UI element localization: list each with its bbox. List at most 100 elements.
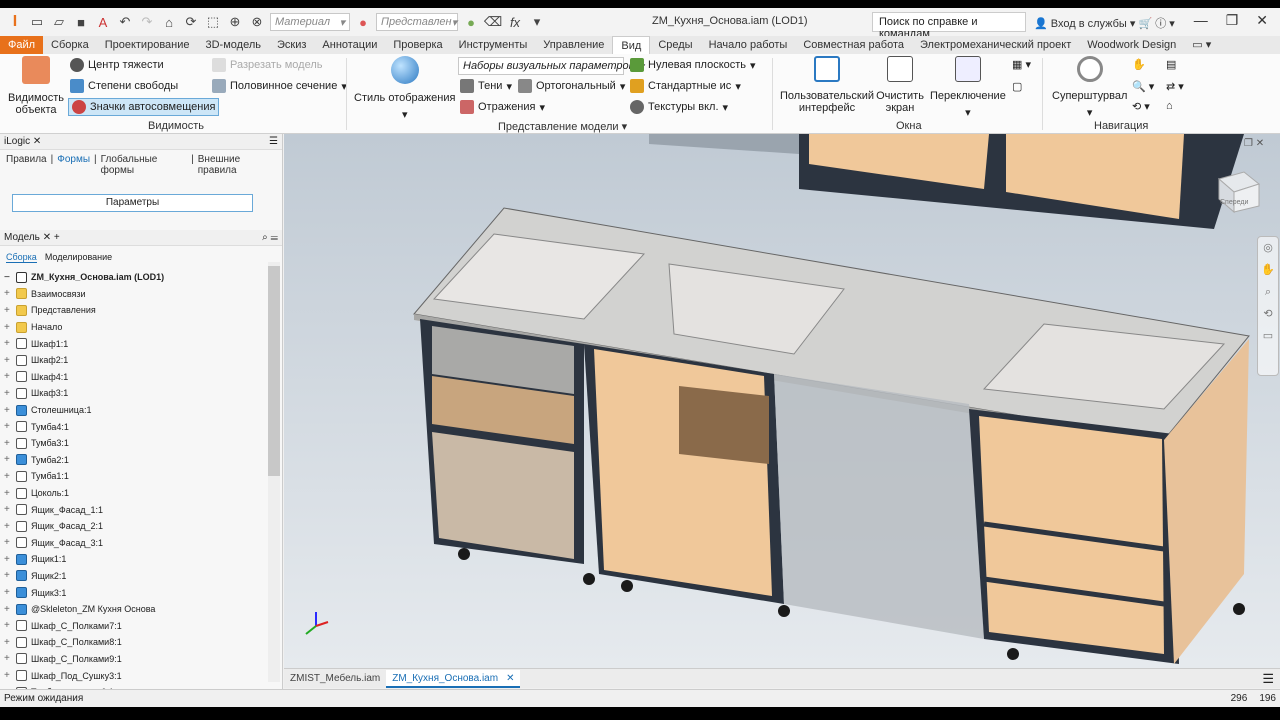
user-interface-button[interactable]: Пользовательский интерфейс xyxy=(780,56,874,114)
object-visibility-button[interactable]: Видимость объекта xyxy=(8,56,64,116)
navigation-bar[interactable]: ◎ ✋ ⌕ ⟲ ▭ xyxy=(1257,236,1279,376)
close-icon[interactable]: ✕ xyxy=(1256,138,1264,149)
tab-1[interactable]: Сборка xyxy=(43,36,97,54)
tree-item[interactable]: + Шкаф3:1 xyxy=(4,385,282,402)
center-of-gravity-button[interactable]: Центр тяжести xyxy=(70,58,164,72)
look-at-icon[interactable]: ▤ xyxy=(1166,58,1176,71)
expand-icon[interactable]: + xyxy=(4,587,12,598)
parameters-button[interactable]: Параметры xyxy=(12,194,253,212)
tree-item[interactable]: + Шкаф1:1 xyxy=(4,335,282,352)
ilogic-tab-2[interactable]: Глобальные формы xyxy=(101,154,188,176)
tab-5[interactable]: Аннотации xyxy=(314,36,385,54)
tree-item[interactable]: + Шкаф_Под_Сушку3:1 xyxy=(4,667,282,684)
tree-item[interactable]: + Шкаф2:1 xyxy=(4,352,282,369)
tree-item[interactable]: + Ящик3:1 xyxy=(4,584,282,601)
restore-icon[interactable]: ❐ xyxy=(1244,138,1253,149)
expand-icon[interactable]: + xyxy=(4,521,12,532)
cascade-icon[interactable]: ▢ xyxy=(1012,80,1022,93)
update-icon[interactable]: ⟳ xyxy=(182,13,200,31)
cancel-icon[interactable]: ⊗ xyxy=(248,13,266,31)
color-override-icon[interactable]: ● xyxy=(462,13,480,31)
tab-0[interactable]: Файл xyxy=(0,36,44,54)
expand-icon[interactable]: + xyxy=(4,454,12,465)
inventor-logo-icon[interactable]: I xyxy=(6,13,24,31)
expand-icon[interactable]: + xyxy=(4,288,12,299)
tree-item[interactable]: + Взаимосвязи xyxy=(4,286,282,303)
collapse-icon[interactable]: − xyxy=(4,272,12,283)
appearance-icon[interactable]: ● xyxy=(354,13,372,31)
tab-14[interactable]: Woodwork Design xyxy=(1079,36,1184,54)
ilogic-tab-0[interactable]: Правила xyxy=(6,154,47,176)
autodesk-icon[interactable]: A xyxy=(94,13,112,31)
tile-icon[interactable]: ▦ ▾ xyxy=(1012,58,1031,71)
tree-item[interactable]: + Ящик1:1 xyxy=(4,551,282,568)
tree-item[interactable]: + Столешница:1 xyxy=(4,402,282,419)
dof-button[interactable]: Степени свободы xyxy=(70,79,178,93)
ilogic-tab-1[interactable]: Формы xyxy=(57,154,90,176)
close-icon[interactable]: ✕ xyxy=(43,232,51,243)
redo-icon[interactable]: ↷ xyxy=(138,13,156,31)
material-combo[interactable]: Материал ▾ xyxy=(270,13,350,31)
half-section-button[interactable]: Половинное сечение ▾ xyxy=(212,79,347,93)
steering-wheel-button[interactable]: Суперштурвал ▾ xyxy=(1052,56,1127,119)
fx-icon[interactable]: fx xyxy=(506,13,524,31)
model-subtab-1[interactable]: Моделирование xyxy=(45,252,112,263)
tree-item[interactable]: + @Skleleton_ZM Кухня Основа xyxy=(4,601,282,618)
expand-icon[interactable]: + xyxy=(4,338,12,349)
lighting-button[interactable]: Стандартные ис ▾ xyxy=(630,79,741,93)
tab-6[interactable]: Проверка xyxy=(385,36,450,54)
new-icon[interactable]: ▭ xyxy=(28,13,46,31)
tree-item[interactable]: + Ящик_Фасад_2:1 xyxy=(4,518,282,535)
expand-icon[interactable]: + xyxy=(4,604,12,615)
switch-button[interactable]: Переключение ▾ xyxy=(930,56,1006,119)
kitchen-model[interactable]: Спереди xyxy=(284,134,1280,668)
tab-8[interactable]: Управление xyxy=(535,36,612,54)
tree-item[interactable]: + Шкаф4:1 xyxy=(4,369,282,386)
graphics-viewport[interactable]: Спереди ❐ ✕ xyxy=(284,134,1280,668)
expand-icon[interactable]: + xyxy=(4,570,12,581)
save-icon[interactable]: ■ xyxy=(72,13,90,31)
tab-13[interactable]: Электромеханический проект xyxy=(912,36,1079,54)
nav-pan-icon[interactable]: ✋ xyxy=(1258,259,1278,281)
tree-scroll-thumb[interactable] xyxy=(268,266,280,476)
more-icon[interactable]: ▾ xyxy=(528,13,546,31)
tree-item[interactable]: + Ящик_Фасад_3:1 xyxy=(4,535,282,552)
tab-9[interactable]: Вид xyxy=(612,36,651,54)
restore-icon[interactable]: ❐ xyxy=(1226,12,1239,29)
tree-item[interactable]: + Шкаф_С_Полками7:1 xyxy=(4,617,282,634)
tree-item[interactable]: + Цоколь:1 xyxy=(4,485,282,502)
menu-icon[interactable]: ☰ xyxy=(1262,671,1274,687)
expand-icon[interactable]: + xyxy=(4,620,12,631)
pan-icon[interactable]: ✋ xyxy=(1132,58,1146,71)
close-icon[interactable]: ✕ xyxy=(33,136,41,147)
add-icon[interactable]: + xyxy=(54,232,60,243)
tree-item[interactable]: + Тумба4:1 xyxy=(4,418,282,435)
tree-item[interactable]: + Шкаф_С_Полками9:1 xyxy=(4,651,282,668)
open-icon[interactable]: ▱ xyxy=(50,13,68,31)
tree-root[interactable]: − ZM_Кухня_Основа.iam (LOD1) xyxy=(4,269,282,286)
expand-icon[interactable]: + xyxy=(4,653,12,664)
slice-model-button[interactable]: Разрезать модель xyxy=(212,58,323,72)
expand-icon[interactable]: + xyxy=(4,371,12,382)
close-icon[interactable]: ✕ xyxy=(1256,12,1268,29)
tree-item[interactable]: + Тумба3:1 xyxy=(4,435,282,452)
expand-icon[interactable]: + xyxy=(4,405,12,416)
expand-icon[interactable]: + xyxy=(4,488,12,499)
tab-3[interactable]: 3D-модель xyxy=(198,36,269,54)
clean-screen-button[interactable]: Очистить экран xyxy=(876,56,924,114)
expand-icon[interactable]: + xyxy=(4,421,12,432)
select-icon[interactable]: ⬚ xyxy=(204,13,222,31)
expand-icon[interactable]: + xyxy=(4,537,12,548)
model-subtab-0[interactable]: Сборка xyxy=(6,252,37,263)
tree-item[interactable]: + Ящик_Фасад_1:1 xyxy=(4,501,282,518)
nav-steering-icon[interactable]: ◎ xyxy=(1258,237,1278,259)
tab-7[interactable]: Инструменты xyxy=(451,36,536,54)
textures-button[interactable]: Текстуры вкл. ▾ xyxy=(630,100,728,114)
minimize-icon[interactable]: — xyxy=(1194,12,1208,29)
expand-icon[interactable]: + xyxy=(4,504,12,515)
doc-tab-kitchen[interactable]: ZM_Кухня_Основа.iam ✕ xyxy=(386,669,521,688)
tab-11[interactable]: Начало работы xyxy=(701,36,796,54)
help-search-input[interactable]: Поиск по справке и командам xyxy=(872,12,1026,40)
tree-item[interactable]: + Начало xyxy=(4,319,282,336)
reflections-button[interactable]: Отражения ▾ xyxy=(460,100,545,114)
